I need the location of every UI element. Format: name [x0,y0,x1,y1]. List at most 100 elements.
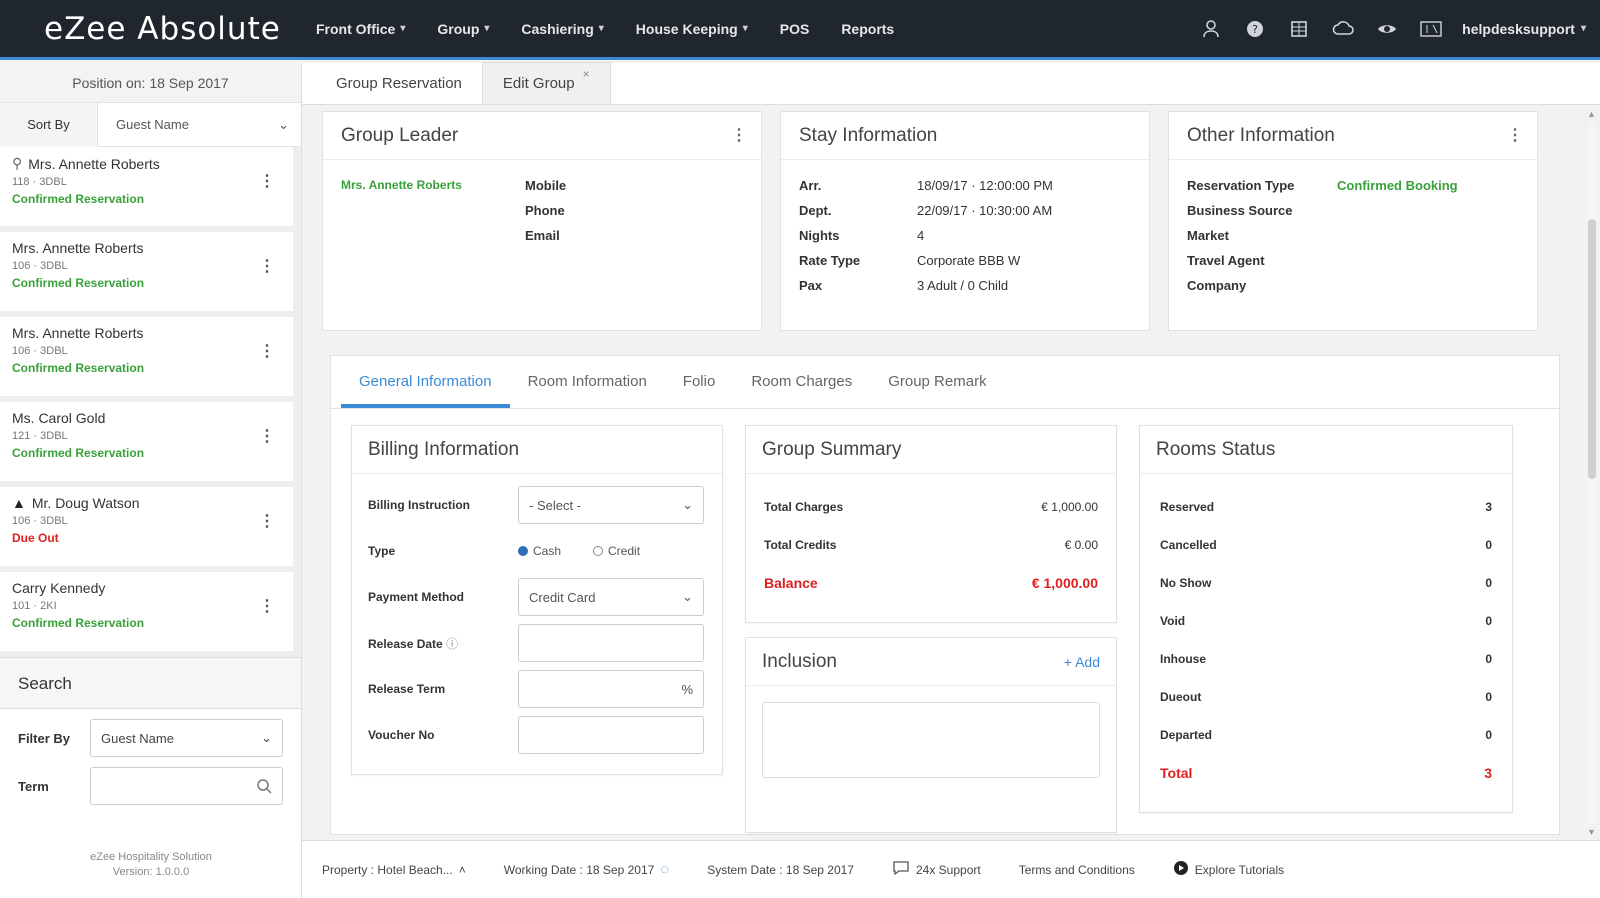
info-icon[interactable]: ⓘ [446,637,458,651]
total-credits-value: € 0.00 [1064,538,1098,552]
app-logo[interactable]: eZee Absolute [0,11,300,47]
inclusion-card: Inclusion + Add [745,637,1117,833]
menu-pos[interactable]: POS [764,21,826,37]
status-count: 0 [1485,652,1492,666]
terms-link[interactable]: Terms and Conditions [1019,863,1135,877]
company-name: eZee Hospitality Solution [90,851,212,863]
reservation-item[interactable]: Carry Kennedy 101 · 2KI Confirmed Reservat… [0,572,293,657]
menu-reports[interactable]: Reports [825,21,910,37]
sort-by-select[interactable]: Guest Name ⌄ [98,117,301,133]
room-status-row: Dueout 0 [1140,678,1512,716]
menu-group[interactable]: Group ▾ [421,21,505,37]
system-date-text: System Date : 18 Sep 2017 [707,862,854,877]
scrollbar-thumb[interactable] [1588,219,1596,479]
left-footer: eZee Hospitality Solution Version: 1.0.0… [0,850,302,880]
menu-label: Front Office [316,20,396,37]
filter-by-select[interactable]: Guest Name ⌄ [90,719,283,757]
reservation-item[interactable]: Ms. Carol Gold 121 · 3DBL Confirmed Reserv… [0,402,293,487]
menu-cashiering[interactable]: Cashiering ▾ [505,21,619,37]
grid-icon[interactable] [1286,16,1312,42]
user-menu[interactable]: helpdesksupport ▾ [1462,21,1586,37]
group-summary-rows: Total Charges € 1,000.00 Total Credits € 0… [746,474,1116,602]
payment-method-select[interactable]: Credit Card ⌄ [518,578,704,616]
type-cash-radio[interactable]: Cash [518,544,561,558]
refresh-icon[interactable]: ◌ [660,861,669,878]
search-icon[interactable] [256,778,272,794]
general-information-panel: Billing Information Billing Instruction … [330,409,1560,835]
status-key: Inhouse [1160,652,1207,666]
type-credit-radio[interactable]: Credit [593,544,640,558]
chevron-down-icon: ▾ [400,23,406,34]
select-value: - Select - [529,497,582,513]
reservation-list[interactable]: ⚲ Mrs. Annette Roberts 118 · 3DBL Confirmed… [0,147,301,657]
tab-edit-group[interactable]: Edit Group × [481,62,611,104]
release-term-input[interactable]: % [518,670,704,708]
billing-instruction-select[interactable]: - Select - ⌄ [518,486,704,524]
other-information-card: Other Information ⋮ Reservation Type Confi… [1168,111,1538,331]
reservation-item[interactable]: Mrs. Annette Roberts 106 · 3DBL Confirmed … [0,317,293,402]
more-vertical-icon[interactable]: ⋮ [259,256,275,276]
more-vertical-icon[interactable]: ⋮ [259,426,275,446]
more-vertical-icon[interactable]: ⋮ [259,596,275,616]
menu-front-office[interactable]: Front Office ▾ [300,21,421,37]
group-leader-card: Group Leader ⋮ Mrs. Annette Roberts Mobil… [322,111,762,331]
release-date-input[interactable] [518,624,704,662]
billing-form: Billing Instruction - Select - ⌄ Type Cas… [352,474,722,758]
chevron-down-icon: ▾ [598,23,604,34]
reservation-item[interactable]: Mrs. Annette Roberts 106 · 3DBL Confirmed … [0,232,293,317]
card-title: Group Leader ⋮ [323,112,761,160]
scrollbar-thumb[interactable] [295,151,301,279]
voucher-input[interactable] [518,716,704,754]
other-info-row: Market [1187,228,1519,243]
more-vertical-icon[interactable]: ⋮ [731,112,747,160]
sort-value: Guest Name [116,116,189,132]
inclusion-title: Inclusion [762,651,837,672]
card-title: Stay Information [781,112,1149,160]
add-inclusion-button[interactable]: + Add [1064,638,1100,686]
tab-room-information[interactable]: Room Information [510,356,665,408]
email-label: Email [525,228,560,243]
release-term-row: Release Term % [368,666,706,712]
term-label: Term [18,778,49,794]
leader-name-link[interactable]: Mrs. Annette Roberts [341,178,525,253]
tab-room-charges[interactable]: Room Charges [733,356,870,408]
tutorials-link[interactable]: Explore Tutorials [1173,860,1284,879]
tab-group-reservation[interactable]: Group Reservation [316,62,482,104]
term-search-input[interactable] [90,767,283,805]
username: helpdesksupport [1462,20,1575,37]
tab-label: Group Reservation [336,74,462,92]
cloud-icon[interactable] [1330,16,1356,42]
scroll-up-icon[interactable]: ▲ [1587,109,1596,119]
menu-house-keeping[interactable]: House Keeping ▾ [620,21,764,37]
reservation-item[interactable]: ⚲ Mrs. Annette Roberts 118 · 3DBL Confirmed… [0,147,293,232]
stay-value: 22/09/17 · 10:30:00 AM [917,203,1053,218]
more-vertical-icon[interactable]: ⋮ [259,511,275,531]
reservation-item[interactable]: ▲ Mr. Doug Watson 106 · 3DBL Due Out ⋮ [0,487,293,572]
room-info: 106 · 3DBL [12,260,68,272]
user-icon[interactable] [1198,16,1224,42]
more-vertical-icon[interactable]: ⋮ [1507,112,1523,160]
tab-general-information[interactable]: General Information [341,356,510,408]
scroll-down-icon[interactable]: ▼ [1587,827,1596,837]
support-link[interactable]: 24x Support [892,860,981,879]
eye-icon[interactable] [1374,16,1400,42]
stay-value: Corporate BBB W [917,253,1021,268]
property-selector[interactable]: Property : Hotel Beach... ˄ [322,863,466,877]
stay-info-rows: Arr. 18/09/17 · 12:00:00 PM Dept. 22/09/17 … [781,160,1149,321]
language-icon[interactable] [1418,16,1444,42]
close-icon[interactable]: × [583,67,590,81]
menu-label: House Keeping [635,20,738,37]
guest-name: Mrs. Annette Roberts [28,155,160,172]
tab-group-remark[interactable]: Group Remark [870,356,1004,408]
total-credits-label: Total Credits [764,538,837,552]
help-icon[interactable]: ? [1242,16,1268,42]
tab-folio[interactable]: Folio [665,356,734,408]
rooms-total-row: Total 3 [1140,754,1512,792]
other-info-row: Company [1187,278,1519,293]
main-scrollbar[interactable]: ▲ ▼ [1584,109,1600,839]
room-status-row: Inhouse 0 [1140,640,1512,678]
stay-value: 18/09/17 · 12:00:00 PM [917,178,1053,193]
more-vertical-icon[interactable]: ⋮ [259,341,275,361]
more-vertical-icon[interactable]: ⋮ [259,171,275,191]
balance-value: € 1,000.00 [1031,575,1098,591]
